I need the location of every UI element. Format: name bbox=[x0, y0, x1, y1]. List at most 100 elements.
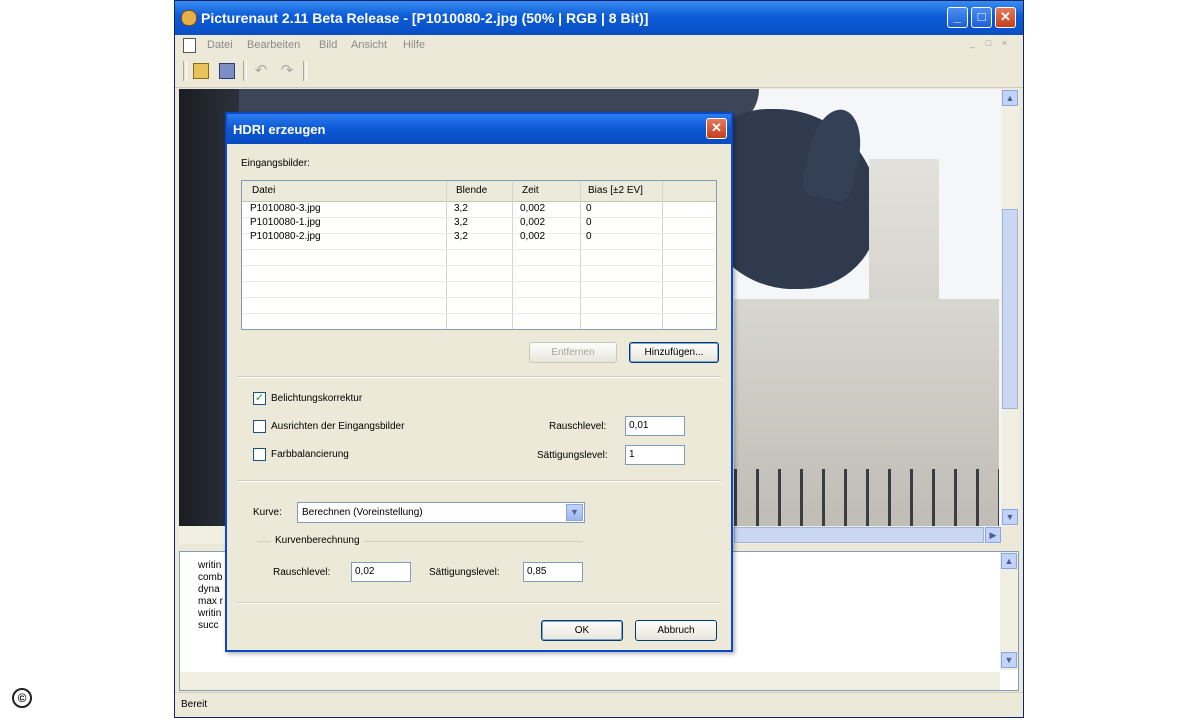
menu-bar: Datei Bearbeiten Bild Ansicht Hilfe _ □ … bbox=[175, 35, 1023, 55]
dialog-separator bbox=[237, 480, 721, 482]
add-button[interactable]: Hinzufügen... bbox=[629, 342, 719, 363]
log-horizontal-scrollbar[interactable] bbox=[180, 672, 1000, 690]
log-line: writin bbox=[198, 608, 222, 619]
log-line: max r bbox=[198, 596, 223, 607]
save-icon[interactable] bbox=[219, 63, 235, 79]
redo-icon[interactable]: ↷ bbox=[279, 63, 295, 79]
table-cell-time: 0,002 bbox=[520, 217, 546, 228]
table-cell-aperture: 3,2 bbox=[454, 231, 468, 242]
dialog-close-button[interactable]: ✕ bbox=[706, 118, 727, 139]
dialog-title-bar[interactable]: HDRI erzeugen ✕ bbox=[227, 114, 731, 144]
menu-datei[interactable]: Datei bbox=[207, 39, 233, 51]
scroll-down-icon[interactable]: ▼ bbox=[1001, 652, 1017, 668]
toolbar-separator bbox=[303, 61, 307, 81]
color-balance-checkbox[interactable] bbox=[253, 448, 266, 461]
scroll-thumb[interactable] bbox=[734, 527, 984, 543]
column-divider bbox=[662, 181, 663, 329]
log-line: comb bbox=[198, 572, 223, 583]
table-cell-file[interactable]: P1010080-2.jpg bbox=[250, 231, 321, 242]
curve-calc-group-label: Kurvenberechnung bbox=[271, 535, 364, 546]
row-divider bbox=[242, 313, 716, 314]
title-bar[interactable]: Picturenaut 2.11 Beta Release - [P101008… bbox=[175, 1, 1023, 35]
hdri-dialog: HDRI erzeugen ✕ Eingangsbilder: Datei Bl… bbox=[225, 112, 733, 652]
table-cell-time: 0,002 bbox=[520, 231, 546, 242]
menu-ansicht[interactable]: Ansicht bbox=[351, 39, 387, 51]
scroll-up-icon[interactable]: ▲ bbox=[1001, 553, 1017, 569]
photo-railing bbox=[734, 469, 999, 526]
scroll-down-icon[interactable]: ▼ bbox=[1002, 509, 1018, 525]
log-vertical-scrollbar[interactable]: ▲ ▼ bbox=[1000, 552, 1018, 670]
log-line: succ bbox=[198, 620, 219, 631]
window-title: Picturenaut 2.11 Beta Release - [P101008… bbox=[201, 10, 649, 26]
app-icon bbox=[181, 10, 197, 26]
saturation-level-input[interactable]: 1 bbox=[625, 445, 685, 465]
status-bar: Bereit bbox=[175, 692, 1023, 717]
toolbar-separator bbox=[183, 61, 187, 81]
column-header-bias[interactable]: Bias [±2 EV] bbox=[588, 185, 643, 196]
column-divider bbox=[580, 181, 581, 329]
noise-level-input[interactable]: 0,01 bbox=[625, 416, 685, 436]
undo-icon[interactable]: ↶ bbox=[253, 63, 269, 79]
noise-level-label: Rauschlevel: bbox=[549, 421, 607, 432]
dialog-separator bbox=[237, 376, 721, 378]
image-vertical-scrollbar[interactable]: ▲ ▼ bbox=[1001, 89, 1019, 526]
table-cell-aperture: 3,2 bbox=[454, 203, 468, 214]
row-divider bbox=[242, 249, 716, 250]
open-folder-icon[interactable] bbox=[193, 63, 209, 79]
row-divider bbox=[242, 281, 716, 282]
dialog-title: HDRI erzeugen bbox=[233, 122, 326, 137]
align-images-label: Ausrichten der Eingangsbilder bbox=[271, 421, 405, 432]
table-cell-bias: 0 bbox=[586, 203, 592, 214]
ok-button[interactable]: OK bbox=[541, 620, 623, 641]
mdi-minimize-button[interactable]: _ bbox=[967, 38, 978, 49]
table-cell-file[interactable]: P1010080-1.jpg bbox=[250, 217, 321, 228]
table-cell-bias: 0 bbox=[586, 231, 592, 242]
column-divider bbox=[446, 181, 447, 329]
color-balance-label: Farbbalancierung bbox=[271, 449, 349, 460]
curve-saturation-label: Sättigungslevel: bbox=[429, 567, 500, 578]
table-cell-time: 0,002 bbox=[520, 203, 546, 214]
exposure-correction-label: Belichtungskorrektur bbox=[271, 393, 363, 404]
copyright-icon: © bbox=[12, 688, 32, 708]
log-line: dyna bbox=[198, 584, 220, 595]
column-divider bbox=[512, 181, 513, 329]
curve-label: Kurve: bbox=[253, 507, 282, 518]
cancel-button[interactable]: Abbruch bbox=[635, 620, 717, 641]
input-images-table[interactable]: Datei Blende Zeit Bias [±2 EV] P1010080-… bbox=[241, 180, 717, 330]
curve-noise-input[interactable]: 0,02 bbox=[351, 562, 411, 582]
column-header-datei[interactable]: Datei bbox=[252, 185, 275, 196]
menu-bild[interactable]: Bild bbox=[319, 39, 337, 51]
scroll-up-icon[interactable]: ▲ bbox=[1002, 90, 1018, 106]
saturation-level-label: Sättigungslevel: bbox=[537, 450, 608, 461]
toolbar: ↶ ↷ bbox=[175, 55, 1023, 88]
curve-saturation-input[interactable]: 0,85 bbox=[523, 562, 583, 582]
status-text: Bereit bbox=[181, 699, 208, 710]
scroll-thumb[interactable] bbox=[1002, 209, 1018, 409]
remove-button[interactable]: Entfernen bbox=[529, 342, 617, 363]
mdi-close-button[interactable]: × bbox=[999, 38, 1010, 49]
table-cell-aperture: 3,2 bbox=[454, 217, 468, 228]
minimize-button[interactable]: _ bbox=[947, 7, 968, 28]
exposure-correction-checkbox[interactable]: ✓ bbox=[253, 392, 266, 405]
toolbar-separator bbox=[243, 61, 247, 81]
curve-selected-value: Berechnen (Voreinstellung) bbox=[302, 507, 423, 518]
table-cell-bias: 0 bbox=[586, 217, 592, 228]
table-header: Datei Blende Zeit Bias [±2 EV] bbox=[242, 181, 716, 202]
curve-noise-label: Rauschlevel: bbox=[273, 567, 331, 578]
curve-select[interactable]: Berechnen (Voreinstellung) ▼ bbox=[297, 502, 585, 523]
log-line: writin bbox=[198, 560, 222, 571]
dialog-separator bbox=[237, 602, 721, 604]
menu-bearbeiten[interactable]: Bearbeiten bbox=[247, 39, 300, 51]
document-icon[interactable] bbox=[183, 38, 196, 53]
column-header-zeit[interactable]: Zeit bbox=[522, 185, 539, 196]
mdi-restore-button[interactable]: □ bbox=[983, 38, 994, 49]
table-cell-file[interactable]: P1010080-3.jpg bbox=[250, 203, 321, 214]
column-header-blende[interactable]: Blende bbox=[456, 185, 487, 196]
menu-hilfe[interactable]: Hilfe bbox=[403, 39, 425, 51]
close-button[interactable]: ✕ bbox=[995, 7, 1016, 28]
chevron-down-icon[interactable]: ▼ bbox=[566, 504, 583, 521]
maximize-button[interactable]: □ bbox=[971, 7, 992, 28]
row-divider bbox=[242, 297, 716, 298]
scroll-right-icon[interactable]: ▶ bbox=[985, 527, 1001, 543]
align-images-checkbox[interactable] bbox=[253, 420, 266, 433]
